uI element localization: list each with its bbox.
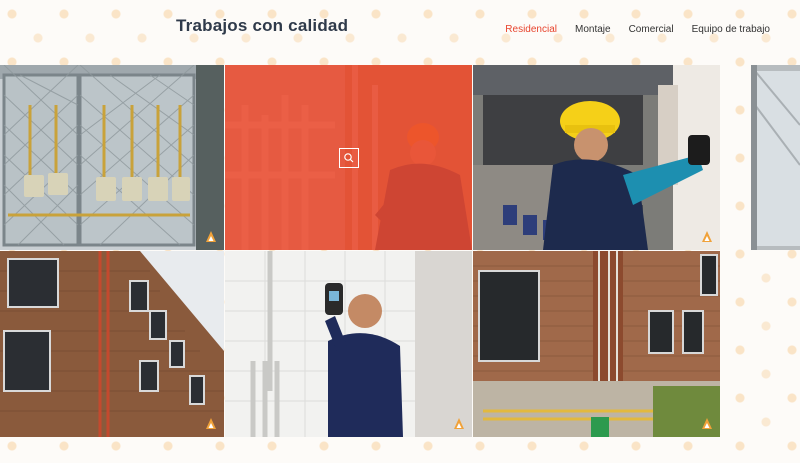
flame-logo-icon [206,418,216,429]
flame-logo-icon [454,418,464,429]
zoom-button[interactable] [338,147,359,168]
gallery-tile-building-facade[interactable] [473,251,720,437]
technician-measuring-photo [225,251,472,437]
gallery-tile-gas-meters[interactable] [0,65,224,250]
page-title: Trabajos con calidad [176,16,349,35]
gallery-tile-technician-rooftop[interactable] [473,65,720,250]
filter-comercial[interactable]: Comercial [629,24,674,35]
technician-rooftop-photo [473,65,720,250]
flame-logo-icon [702,231,712,242]
zoom-icon [343,152,353,162]
flame-logo-icon [206,231,216,242]
gallery-tile-technician-measuring[interactable] [225,251,472,437]
gas-meters-photo [0,65,224,250]
brick-building-photo [0,251,224,437]
filter-montaje[interactable]: Montaje [575,24,611,35]
gallery-tile-brick-building[interactable] [0,251,224,437]
flame-logo-icon [702,418,712,429]
window-photo [751,65,800,250]
category-filter-nav: Residencial Montaje Comercial Equipo de … [505,24,770,35]
portfolio-gallery [0,65,800,437]
site-header: Trabajos con calidad Residencial Montaje… [0,0,800,64]
gallery-tile-technician-pipes[interactable] [225,65,472,250]
gallery-tile-window[interactable] [751,65,800,250]
building-facade-photo [473,251,720,437]
filter-equipo-de-trabajo[interactable]: Equipo de trabajo [692,24,770,35]
filter-residencial[interactable]: Residencial [505,24,557,35]
